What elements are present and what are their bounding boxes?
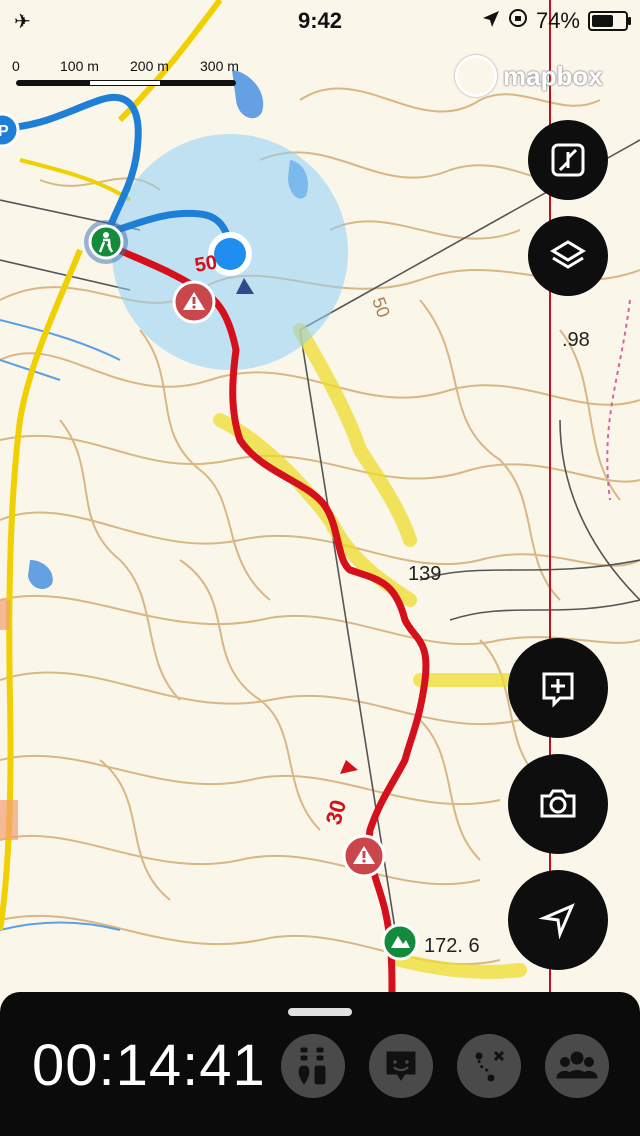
mapbox-text: mapbox	[503, 60, 603, 91]
status-right: 74%	[482, 8, 631, 34]
memo-icon	[386, 1051, 416, 1081]
elevation-label-172: 172. 6	[424, 935, 480, 957]
collapse-button[interactable]	[528, 120, 608, 200]
status-bar: ✈ 9:42 74%	[0, 0, 640, 40]
group-button[interactable]	[545, 1034, 609, 1098]
battery-percent: 74%	[535, 8, 580, 33]
bottom-panel: 00:14:41	[0, 992, 640, 1136]
layers-icon	[550, 240, 586, 269]
hiker-start-icon	[84, 220, 128, 264]
scale-bar-line	[16, 80, 236, 86]
location-arrow-icon	[482, 8, 500, 34]
group-icon	[556, 1051, 598, 1079]
parking-icon: P	[0, 112, 20, 148]
drag-handle[interactable]	[288, 1008, 352, 1016]
battery-fill	[592, 15, 613, 27]
scale-label-100: 100 m	[60, 58, 99, 74]
navigation-arrow-icon	[538, 903, 575, 940]
route-info-button[interactable]	[281, 1034, 345, 1098]
warning-icon	[172, 280, 216, 324]
add-note-icon	[542, 672, 574, 708]
warning-icon	[342, 834, 386, 878]
layers-button[interactable]	[528, 216, 608, 296]
mapbox-attribution[interactable]: mapbox	[455, 55, 603, 97]
route-edit-icon	[475, 1050, 505, 1082]
battery-icon	[588, 11, 631, 31]
scale-label-0: 0	[12, 58, 20, 74]
summit-icon	[381, 923, 419, 961]
route-info-icon	[298, 1047, 326, 1085]
mapbox-logo-icon	[455, 55, 497, 97]
scale-bar: 0 100 m 200 m 300 m	[12, 58, 252, 92]
route-distance-label-top: 50	[193, 251, 219, 277]
elevation-label-139: 139	[408, 563, 441, 585]
camera-button[interactable]	[508, 754, 608, 854]
svg-text:P: P	[0, 123, 9, 140]
scale-label-300: 300 m	[200, 58, 239, 74]
elapsed-timer: 00:14:41	[32, 1033, 266, 1098]
scale-label-200: 200 m	[130, 58, 169, 74]
route-edit-button[interactable]	[457, 1034, 521, 1098]
add-note-button[interactable]	[508, 638, 608, 738]
rotation-lock-icon	[508, 8, 528, 34]
navigation-button[interactable]	[508, 870, 608, 970]
camera-icon	[540, 789, 576, 818]
memo-button[interactable]	[369, 1034, 433, 1098]
spot-height-98: .98	[562, 329, 590, 351]
collapse-icon	[551, 143, 585, 177]
